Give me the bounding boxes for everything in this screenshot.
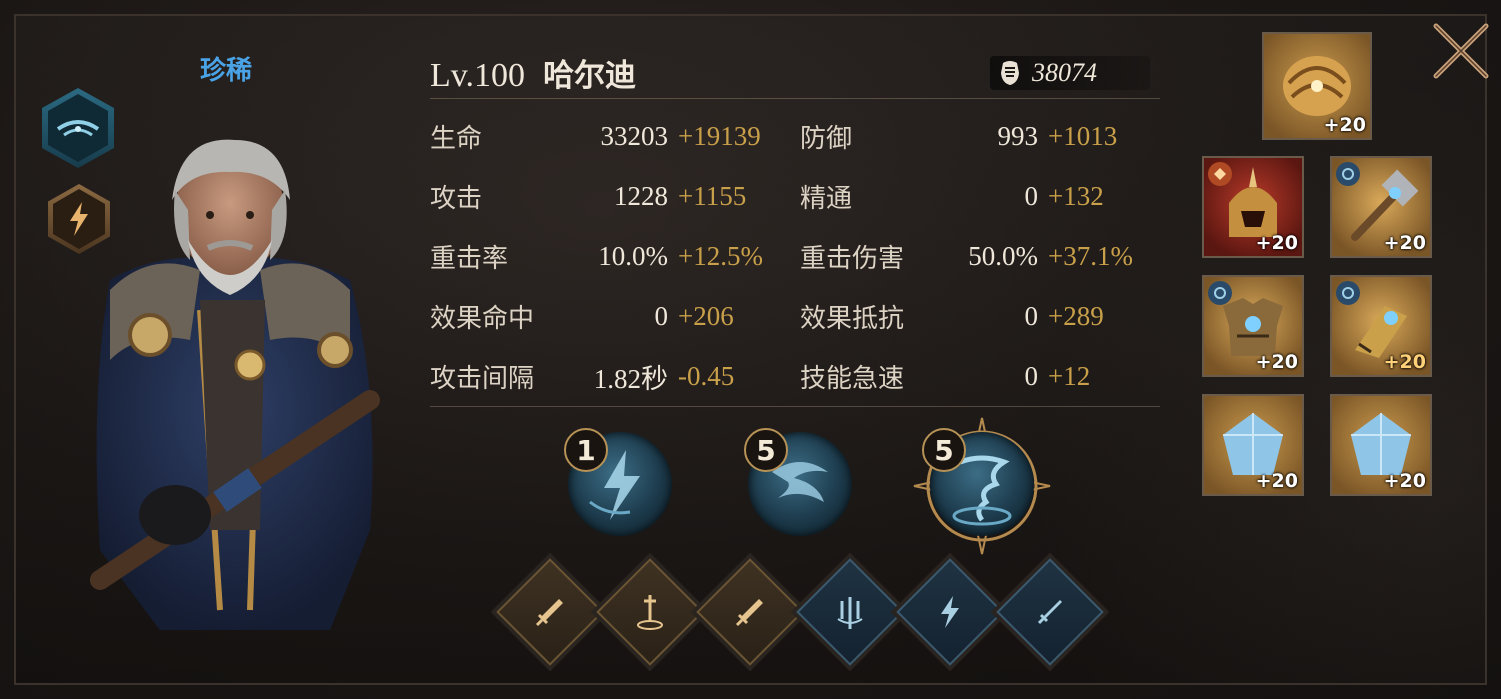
stat-row: 攻击 1228 +1155 精通 0 +132	[430, 172, 1170, 232]
stat-label: 效果抵抗	[800, 303, 905, 334]
sword-icon	[735, 599, 763, 627]
stat-row: 攻击间隔 1.82秒 -0.45 技能急速 0 +12	[430, 352, 1170, 412]
stat-bonus-value: +12.5%	[678, 240, 763, 271]
skill-level-badge: 5	[922, 428, 966, 472]
stat-bonus-value: +37.1%	[1048, 240, 1133, 271]
stat-label: 精通	[800, 183, 853, 214]
stat-label: 技能急速	[800, 363, 905, 394]
equipment-slot-weapon[interactable]: +20	[1330, 156, 1432, 258]
stat-bonus-value: +206	[678, 300, 734, 331]
stat-base-value: 0	[1024, 360, 1039, 391]
skill-level-badge: 1	[564, 428, 608, 472]
stat-label: 生命	[430, 123, 483, 154]
stat-bonus-value: -0.45	[678, 360, 735, 391]
combat-power-value: 38074	[1032, 58, 1097, 87]
set-mark-icon	[1208, 281, 1232, 305]
stat-base-value: 993	[997, 120, 1039, 151]
set-mark-icon	[1336, 162, 1360, 186]
relic-slot[interactable]: +20	[1262, 32, 1372, 140]
stats-divider	[430, 406, 1160, 407]
stat-bonus-value: +19139	[678, 120, 761, 151]
trident-icon	[837, 597, 863, 629]
stat-base-value: 0	[654, 300, 669, 331]
stat-base-value: 1.82秒	[593, 363, 668, 394]
stat-label: 攻击	[430, 183, 483, 214]
stat-row: 重击率 10.0% +12.5% 重击伤害 50.0% +37.1%	[430, 232, 1170, 292]
hero-title: Lv.100 哈尔迪	[430, 50, 636, 95]
equipment-slot-gloves[interactable]: +20	[1330, 275, 1432, 377]
set-mark-icon	[1208, 162, 1232, 186]
item-enhance-level: +20	[1255, 351, 1298, 373]
equipment-slot-helmet[interactable]: +20	[1202, 156, 1304, 258]
item-enhance-level: +20	[1255, 470, 1298, 492]
stat-bonus-value: +289	[1048, 300, 1104, 331]
stat-base-value: 33203	[600, 120, 669, 151]
item-enhance-level: +20	[1383, 470, 1426, 492]
item-enhance-level: +20	[1255, 232, 1298, 254]
stat-bonus-value: +1013	[1048, 120, 1118, 151]
stat-label: 重击伤害	[800, 243, 905, 274]
lightning-icon	[941, 596, 959, 628]
stat-label: 重击率	[430, 243, 509, 274]
hero-level: Lv.100	[430, 57, 526, 94]
hero-name: 哈尔迪	[543, 58, 637, 94]
rarity-label: 珍稀	[200, 56, 253, 86]
stat-base-value: 0	[1024, 180, 1039, 211]
item-enhance-level: +20	[1383, 351, 1426, 373]
stat-bonus-value: +12	[1048, 360, 1091, 391]
stat-label: 防御	[800, 123, 853, 154]
stats-table: 生命 33203 +19139 防御 993 +1013 攻击 1228 +11…	[430, 112, 1170, 412]
equipment-slot-armor[interactable]: +20	[1202, 275, 1304, 377]
dagger-icon	[1037, 600, 1062, 625]
set-mark-icon	[1336, 281, 1360, 305]
stat-label: 攻击间隔	[430, 363, 535, 394]
equipment-slot-crystal-2[interactable]: +20	[1330, 394, 1432, 496]
combat-power: 38074	[990, 56, 1150, 90]
skill-level-badge: 5	[744, 428, 788, 472]
close-icon[interactable]	[1428, 18, 1494, 84]
power-fist-icon	[996, 59, 1024, 87]
stat-bonus-value: +132	[1048, 180, 1104, 211]
stat-row: 生命 33203 +19139 防御 993 +1013	[430, 112, 1170, 172]
equipment-slot-crystal-1[interactable]: +20	[1202, 394, 1304, 496]
hero-portrait	[90, 139, 380, 630]
stat-row: 效果命中 0 +206 效果抵抗 0 +289	[430, 292, 1170, 352]
item-enhance-level: +20	[1383, 232, 1426, 254]
stat-bonus-value: +1155	[678, 180, 747, 211]
sword-icon	[535, 599, 563, 627]
stat-base-value: 0	[1024, 300, 1039, 331]
stat-base-value: 50.0%	[968, 240, 1038, 271]
sword-in-ground-icon	[637, 595, 663, 630]
stat-base-value: 10.0%	[598, 240, 668, 271]
stat-label: 效果命中	[430, 303, 535, 334]
item-enhance-level: +20	[1323, 114, 1366, 136]
stat-base-value: 1228	[614, 180, 668, 211]
